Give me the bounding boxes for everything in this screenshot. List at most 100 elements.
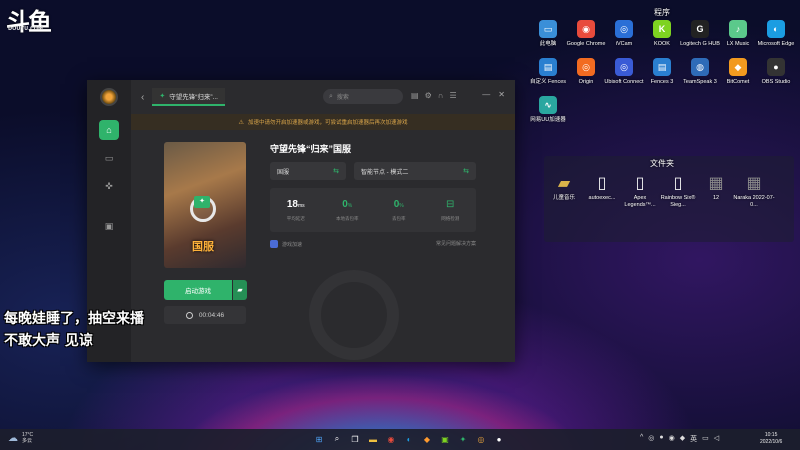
cover-region-label: 国服: [192, 241, 214, 253]
edge-icon[interactable]: ◐: [402, 432, 416, 446]
obs-icon[interactable]: ●: [492, 432, 506, 446]
image-icon: ▦: [708, 175, 724, 192]
desktop-file-label: 12: [712, 195, 720, 201]
node-select[interactable]: 智能节点 - 模式二 ⇆: [354, 162, 476, 180]
message-icon[interactable]: ▤: [411, 91, 419, 100]
monitor-icon[interactable]: ▭: [99, 148, 119, 168]
camera-icon: ◎: [615, 20, 633, 38]
tray-app-icon[interactable]: ◎: [648, 434, 654, 444]
launch-row: 启动游戏 ▰: [164, 280, 247, 300]
accelerator-icon[interactable]: ✦: [456, 432, 470, 446]
window-controls: — ✕: [482, 90, 505, 99]
gamepad-icon[interactable]: ✜: [99, 176, 119, 196]
overwatch-icon[interactable]: ◎: [474, 432, 488, 446]
uu-icon: ∿: [539, 96, 557, 114]
swap-icon: ⇆: [333, 168, 339, 175]
warning-icon: ⚠: [238, 119, 244, 126]
tab-game[interactable]: ✦ 守望先锋“归来”...: [152, 88, 225, 106]
desktop-shortcut-label: Logitech G HUB: [680, 41, 720, 47]
gift-icon[interactable]: ▣: [99, 216, 119, 236]
ubisoft-icon: ◎: [615, 58, 633, 76]
weather-widget[interactable]: ☁ 17°C 多云: [8, 432, 33, 444]
teamspeak-icon: ◍: [691, 58, 709, 76]
stat-latency: 18ms 平均延迟: [286, 198, 305, 221]
minimize-icon[interactable]: —: [482, 90, 490, 99]
file-icon: ▯: [635, 175, 645, 192]
tray-app-icon[interactable]: ●: [659, 434, 663, 444]
origin-icon: ◎: [577, 58, 595, 76]
computer-icon: ▭: [539, 20, 557, 38]
accelerator-window: ⌂ ▭ ✜ ▣ ‹ ✦ 守望先锋“归来”... ⌕ 搜索 ▤ ⚙ ∩ ☰ — ✕…: [87, 80, 515, 362]
chrome-icon[interactable]: ◉: [384, 432, 398, 446]
headset-icon[interactable]: ∩: [438, 91, 444, 100]
stat-local-loss: 0% 本地丢包率: [336, 198, 359, 221]
desktop-shortcut[interactable]: ● OBS Studio: [754, 58, 798, 86]
start-icon[interactable]: ⊞: [312, 432, 326, 446]
stat-network-check[interactable]: ⊟ 网络检测: [428, 199, 472, 222]
desktop-shortcut-label: 自定义 Fences: [529, 79, 567, 85]
volume-icon[interactable]: ◁: [714, 434, 719, 444]
search-input[interactable]: ⌕ 搜索: [323, 89, 403, 104]
file-icon: ▯: [673, 175, 683, 192]
background-emblem: [309, 270, 399, 360]
links-row: 游戏加速 常见问题解决方案: [270, 240, 476, 248]
subtitle-line-1: 每晚娃睡了，抽空来播: [4, 311, 144, 327]
gear-icon[interactable]: ⚙: [425, 91, 432, 100]
desktop-shortcut-label: 网易UU加速器: [530, 117, 566, 123]
desktop-file-label: 儿童音乐: [552, 195, 575, 201]
fences-icon: ▤: [539, 58, 557, 76]
network-icon[interactable]: ▭: [702, 434, 709, 444]
desktop-shortcut[interactable]: ∿ 网易UU加速器: [526, 96, 570, 124]
desktop-shortcut[interactable]: ◐ Microsoft Edge: [754, 20, 798, 48]
desktop-file-label: Naraka 2022-07-0...: [733, 195, 775, 208]
taskbar: ☁ 17°C 多云 ⊞ ⌕ ❐ ▬ ◉ ◐ ◆ ▣ ✦ ◎ ● ^ ◎ ● ◉ …: [0, 429, 800, 450]
desktop-shortcut-label: BitComet: [726, 79, 750, 85]
desktop-shortcut-label: 此电脑: [539, 41, 557, 47]
ime-indicator[interactable]: 英: [690, 434, 697, 444]
desktop-file-label: autoexec...: [588, 195, 616, 201]
file-icon: ▯: [597, 175, 607, 192]
close-icon[interactable]: ✕: [498, 90, 505, 99]
desktop-shortcut-label: Origin: [578, 79, 594, 85]
desktop-shortcut-label: Ubisoft Connect: [604, 79, 644, 85]
desktop-shortcut-label: LX Music: [726, 41, 750, 47]
fences-icon: ▤: [653, 58, 671, 76]
boost-link[interactable]: 游戏加速: [270, 240, 302, 248]
taskbar-apps: ⊞ ⌕ ❐ ▬ ◉ ◐ ◆ ▣ ✦ ◎ ●: [312, 432, 506, 446]
accel-timer: 00:04:46: [164, 306, 246, 324]
desktop-shortcut-label: OBS Studio: [761, 79, 791, 85]
chrome-icon: ◉: [577, 20, 595, 38]
music-icon: ♪: [729, 20, 747, 38]
edge-icon: ◐: [767, 20, 785, 38]
search-icon[interactable]: ⌕: [330, 432, 344, 446]
chevron-up-icon[interactable]: ^: [640, 434, 643, 444]
douyu-icon[interactable]: ◆: [420, 432, 434, 446]
tray-app-icon[interactable]: ◆: [680, 434, 685, 444]
topbar-icons: ▤ ⚙ ∩ ☰: [411, 91, 457, 100]
launch-game-button[interactable]: 启动游戏: [164, 280, 232, 300]
game-cover: ✦ 国服: [164, 142, 246, 268]
tray-app-icon[interactable]: ◉: [669, 434, 675, 444]
server-select[interactable]: 国服 ⇆: [270, 162, 346, 180]
task-view-icon[interactable]: ❐: [348, 432, 362, 446]
subtitle-line-2: 不敢大声 见谅: [4, 333, 93, 349]
stream-logo: 斗鱼 DOUYU.COM: [6, 7, 52, 36]
stop-icon[interactable]: [185, 311, 193, 319]
accelerating-badge-icon: ✦: [194, 196, 210, 208]
menu-icon[interactable]: ☰: [449, 91, 456, 100]
kook-icon[interactable]: ▣: [438, 432, 452, 446]
desktop-shortcut-label: KOOK: [654, 41, 670, 47]
taskbar-clock[interactable]: 10:15 2022/10/6: [760, 432, 782, 446]
stats-panel: 18ms 平均延迟 0% 本地丢包率 0% 丢包率 ⊟ 网络检测: [270, 188, 476, 232]
cloud-icon: ☁: [8, 432, 18, 444]
back-arrow-icon[interactable]: ‹: [141, 92, 144, 103]
folder-icon[interactable]: ▰: [233, 280, 247, 300]
desktop-file[interactable]: ▦ Naraka 2022-07-0...: [732, 174, 776, 209]
help-link[interactable]: 常见问题解决方案: [436, 240, 476, 248]
file-explorer-icon[interactable]: ▬: [366, 432, 380, 446]
image-icon: ▦: [746, 175, 762, 192]
home-icon[interactable]: ⌂: [99, 120, 119, 140]
swap-icon: ⇆: [463, 168, 469, 175]
accelerating-icon: ✦: [159, 93, 166, 100]
desktop-shortcut-label: Google Chrome: [566, 41, 606, 47]
